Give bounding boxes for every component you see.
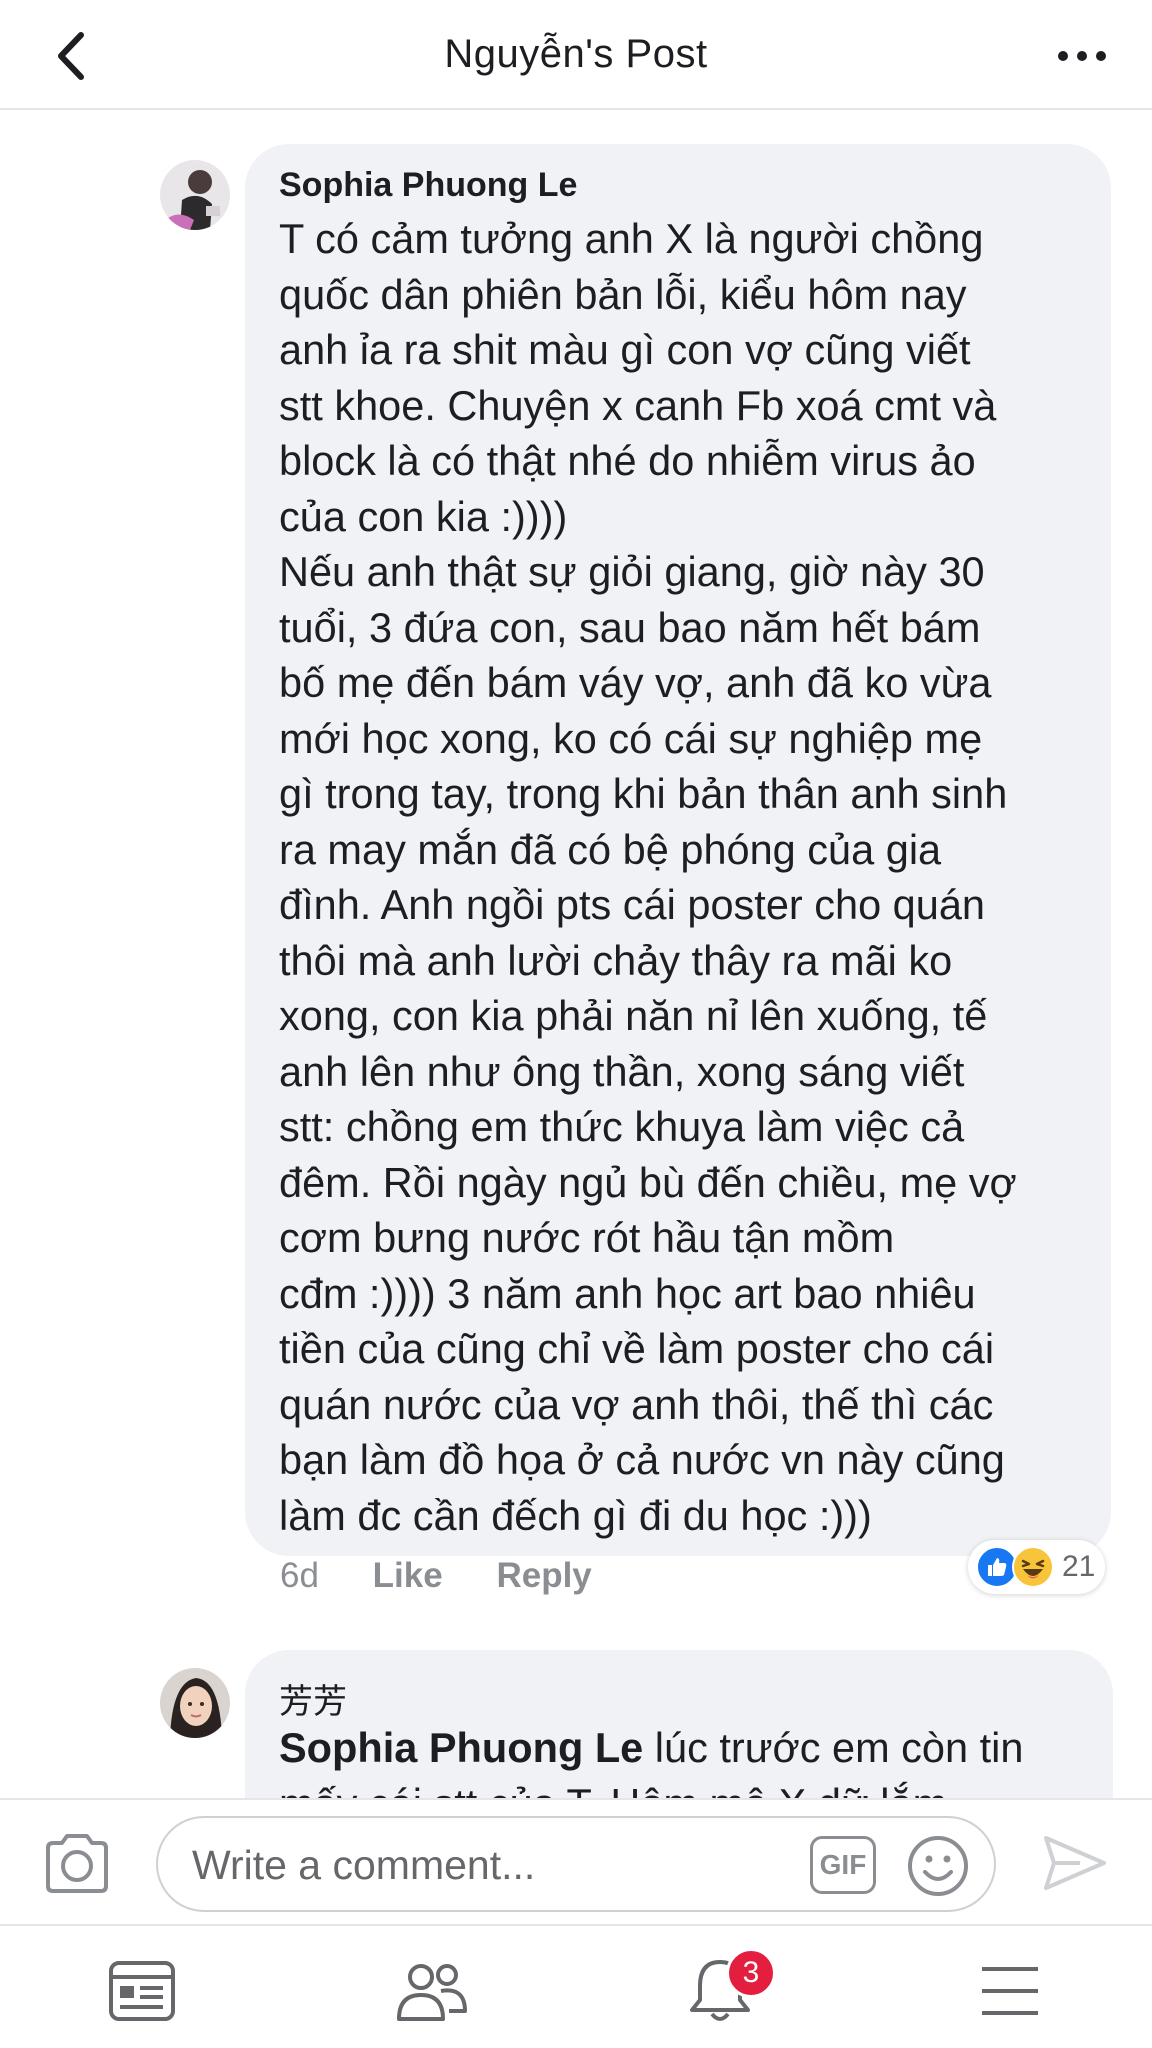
header-bar: Nguyễn's Post xyxy=(0,0,1152,110)
comment-time: 6d xyxy=(280,1556,319,1595)
avatar[interactable] xyxy=(160,1668,230,1738)
comment-text: T có cảm tưởng anh X là người chồng quốc… xyxy=(279,215,1017,1539)
comment-text-line1: lúc trước em còn tin xyxy=(643,1724,1024,1771)
comment-text-line2: mấy cái stt của T. Hôm mê X dữ lắm xyxy=(279,1776,1099,1799)
comment-meta: 6d Like Reply xyxy=(280,1556,592,1596)
emoji-icon xyxy=(908,1836,968,1896)
more-horizontal-icon xyxy=(1058,51,1106,61)
avatar[interactable] xyxy=(160,160,230,230)
comment-placeholder: Write a comment... xyxy=(192,1842,536,1888)
bottom-navigation: 3 xyxy=(0,1924,1152,2048)
send-button[interactable] xyxy=(1040,1830,1110,1896)
send-icon xyxy=(1044,1836,1106,1890)
reaction-summary[interactable]: 21 xyxy=(968,1540,1106,1594)
like-button[interactable]: Like xyxy=(373,1556,443,1595)
comment-author[interactable]: 芳芳 xyxy=(279,1674,347,1723)
nav-menu[interactable] xyxy=(970,1956,1050,2026)
comments-list: Sophia Phuong Le T có cảm tưởng anh X là… xyxy=(0,110,1152,1798)
reply-button[interactable]: Reply xyxy=(496,1556,591,1595)
camera-button[interactable] xyxy=(42,1830,112,1896)
comment-author[interactable]: Sophia Phuong Le xyxy=(279,166,577,205)
nav-friends[interactable] xyxy=(392,1956,472,2026)
emoji-button[interactable] xyxy=(906,1834,970,1898)
comment-composer: Write a comment... GIF xyxy=(0,1798,1152,1924)
notification-badge: 3 xyxy=(726,1948,776,1998)
friends-icon xyxy=(397,1964,467,2021)
comment-bubble[interactable]: Sophia Phuong Le T có cảm tưởng anh X là… xyxy=(245,144,1111,1556)
comment-input[interactable]: Write a comment... GIF xyxy=(156,1816,996,1912)
more-options-button[interactable] xyxy=(1052,36,1112,76)
mention-link[interactable]: Sophia Phuong Le xyxy=(279,1724,643,1771)
haha-icon xyxy=(1012,1546,1054,1588)
news-feed-icon xyxy=(109,1961,175,2021)
gif-button[interactable]: GIF xyxy=(810,1836,876,1894)
menu-icon xyxy=(982,1967,1038,2015)
comment-bubble[interactable]: 芳芳 Sophia Phuong Le lúc trước em còn tin… xyxy=(245,1650,1113,1798)
reaction-count: 21 xyxy=(1062,1550,1096,1583)
nav-news-feed[interactable] xyxy=(102,1956,182,2026)
comment-text: Sophia Phuong Le lúc trước em còn tin mấ… xyxy=(279,1720,1099,1798)
page-title: Nguyễn's Post xyxy=(444,32,708,76)
camera-icon xyxy=(46,1834,108,1893)
